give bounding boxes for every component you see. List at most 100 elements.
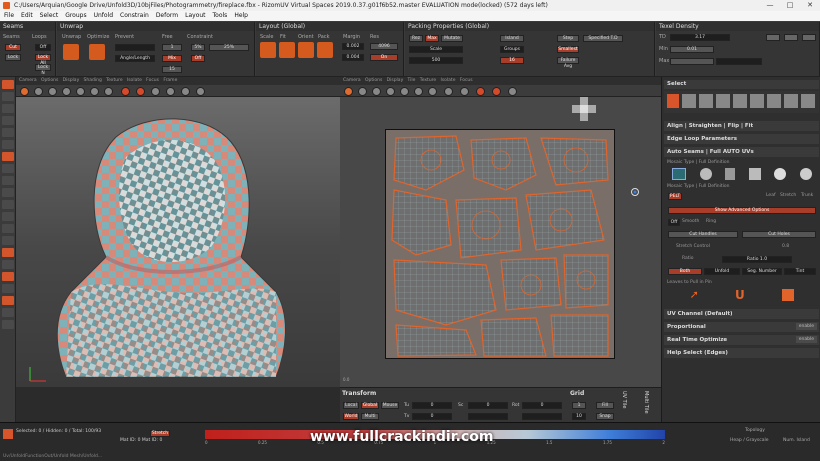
global-button[interactable]: Global xyxy=(361,402,379,409)
menu-help[interactable]: Help xyxy=(234,11,248,21)
vpuv-isolate[interactable]: Isolate xyxy=(441,78,456,83)
cut-handles-button[interactable]: Cut Handles xyxy=(668,231,738,238)
vp3d-checker-icon[interactable] xyxy=(62,87,71,96)
vpuv-display[interactable]: Display xyxy=(387,78,404,83)
grow-icon[interactable] xyxy=(2,188,14,197)
groups-red-button[interactable]: 16 xyxy=(500,57,524,64)
iterations-field[interactable]: 15 xyxy=(162,66,182,73)
nav-gizmo-icon[interactable] xyxy=(572,97,596,121)
off-toggle[interactable]: Off xyxy=(668,219,680,226)
vpuv-pin-icon[interactable] xyxy=(492,87,501,96)
select-face-icon[interactable] xyxy=(716,94,730,108)
vpuv-checker-icon[interactable] xyxy=(386,87,395,96)
cut-button[interactable]: Cut xyxy=(5,44,21,51)
step-button[interactable]: Step xyxy=(557,35,579,42)
lock-n-button[interactable]: Lock N xyxy=(35,64,51,76)
angle-length-field[interactable]: Angle/Length xyxy=(115,55,155,62)
help-select-section[interactable]: Help Select (Edges) xyxy=(664,348,819,358)
vp3d-grid-icon[interactable] xyxy=(76,87,85,96)
mosaic-grid-icon[interactable] xyxy=(672,168,686,180)
vpuv-orange-icon[interactable] xyxy=(344,87,353,96)
magnet-action-icon[interactable]: U xyxy=(735,289,747,301)
vp3d-sphere-icon[interactable] xyxy=(34,87,43,96)
mosaic-sphere-icon[interactable] xyxy=(699,168,712,180)
vp3d-sphere2-icon[interactable] xyxy=(166,87,175,96)
select-tile-icon[interactable] xyxy=(784,94,798,108)
optimize-icon[interactable] xyxy=(89,44,105,60)
seg-number-button[interactable]: Seg. Number xyxy=(742,268,782,275)
vp3d-light-icon[interactable] xyxy=(151,87,160,96)
max-button[interactable]: Max xyxy=(425,35,439,42)
close-button[interactable]: ✕ xyxy=(800,0,820,11)
grid-value-field[interactable]: 1 xyxy=(572,402,586,409)
show-advanced-button[interactable]: Show Advanced Options xyxy=(668,207,816,214)
stretch-control-value[interactable]: 0.8 xyxy=(782,243,812,251)
vp3d-wire-icon[interactable] xyxy=(48,87,57,96)
uv-islands[interactable] xyxy=(386,130,615,359)
align-section[interactable]: Align | Straighten | Flip | Fit xyxy=(664,121,819,131)
res-value-field[interactable]: 500 xyxy=(409,57,463,64)
menu-groups[interactable]: Groups xyxy=(65,11,86,21)
td-min-field[interactable]: 0.01 xyxy=(670,46,714,53)
vp3d-options[interactable]: Options xyxy=(41,78,58,83)
pelt-button[interactable]: PELT xyxy=(668,193,682,200)
both-button[interactable]: Both xyxy=(668,268,702,275)
cursor-icon[interactable]: ➚ xyxy=(690,289,700,301)
edge-loop-section[interactable]: Edge Loop Parameters xyxy=(664,134,819,144)
smallest-button[interactable]: Smallest xyxy=(557,46,579,53)
groups-button[interactable]: Groups xyxy=(500,46,524,53)
vpuv-tile-icon[interactable] xyxy=(444,87,453,96)
trunk-label[interactable]: Trunk xyxy=(801,192,817,200)
local-button[interactable]: Local xyxy=(343,402,359,409)
auto-seams-section[interactable]: Auto Seams | Full AUTO UVs xyxy=(664,147,819,157)
pivot-icon[interactable] xyxy=(630,187,640,197)
td-field[interactable]: 3.17 xyxy=(670,34,730,41)
vp3d-sphere4-icon[interactable] xyxy=(196,87,205,96)
pack-action-icon[interactable] xyxy=(782,289,795,301)
sv-field[interactable] xyxy=(468,413,508,420)
select-edge-icon[interactable] xyxy=(699,94,713,108)
vp3d-pin-icon[interactable] xyxy=(121,87,130,96)
free-field[interactable]: 1 xyxy=(162,44,182,51)
unwrap-percent-field[interactable]: 25% xyxy=(209,44,249,51)
vp3d-texture[interactable]: Texture xyxy=(106,78,122,83)
seams-off-button[interactable]: Off xyxy=(35,44,51,51)
rez-button[interactable]: Rez xyxy=(409,35,423,42)
settings-icon[interactable] xyxy=(2,320,14,329)
unwrap-icon[interactable] xyxy=(63,44,79,60)
uv-channel-section[interactable]: UV Channel (Default) xyxy=(664,309,819,319)
prevent-field[interactable] xyxy=(115,44,155,51)
failure-avg-button[interactable]: Failure Avg xyxy=(557,57,579,69)
vpuv-target-icon[interactable] xyxy=(476,87,485,96)
vertex-mode-icon[interactable] xyxy=(2,92,14,101)
td-apply-button[interactable] xyxy=(802,34,816,41)
constraint-field[interactable]: 5% xyxy=(191,44,205,51)
vp3d-orange-shading-icon[interactable] xyxy=(20,87,29,96)
viewport-3d[interactable]: Camera Options Display Shading Texture I… xyxy=(16,77,340,387)
menu-constrain[interactable]: Constrain xyxy=(120,11,149,21)
vpuv-options[interactable]: Options xyxy=(365,78,382,83)
face-mode-icon[interactable] xyxy=(2,116,14,125)
hide-icon[interactable] xyxy=(2,284,14,293)
lasso-icon[interactable] xyxy=(2,164,14,173)
uv-tile-square[interactable] xyxy=(385,129,615,359)
shrink-icon[interactable] xyxy=(2,200,14,209)
vpuv-stretch-icon[interactable] xyxy=(428,87,437,96)
vp3d-normal-icon[interactable] xyxy=(90,87,99,96)
mouse-button[interactable]: Mouse xyxy=(381,402,399,409)
scale-field[interactable]: Scale xyxy=(409,46,463,53)
minimize-button[interactable]: — xyxy=(760,0,780,11)
realtime-section[interactable]: Real Time Optimize enable xyxy=(664,335,819,345)
viewport-uv[interactable]: Camera Options Display Tile Texture Isol… xyxy=(340,77,661,387)
menu-file[interactable]: File xyxy=(4,11,14,21)
vpuv-sphere2-icon[interactable] xyxy=(508,87,517,96)
select-mesh-icon[interactable] xyxy=(750,94,764,108)
island-button[interactable]: Island xyxy=(500,35,524,42)
ratio-field[interactable]: Ratio 1.0 xyxy=(722,256,792,263)
checker-icon[interactable] xyxy=(2,308,14,317)
tu-field[interactable]: 0 xyxy=(412,402,452,409)
menu-edit[interactable]: Edit xyxy=(21,11,33,21)
leaf-label[interactable]: Leaf xyxy=(766,192,780,200)
menu-deform[interactable]: Deform xyxy=(156,11,178,21)
mutations-button[interactable]: On xyxy=(370,54,398,61)
